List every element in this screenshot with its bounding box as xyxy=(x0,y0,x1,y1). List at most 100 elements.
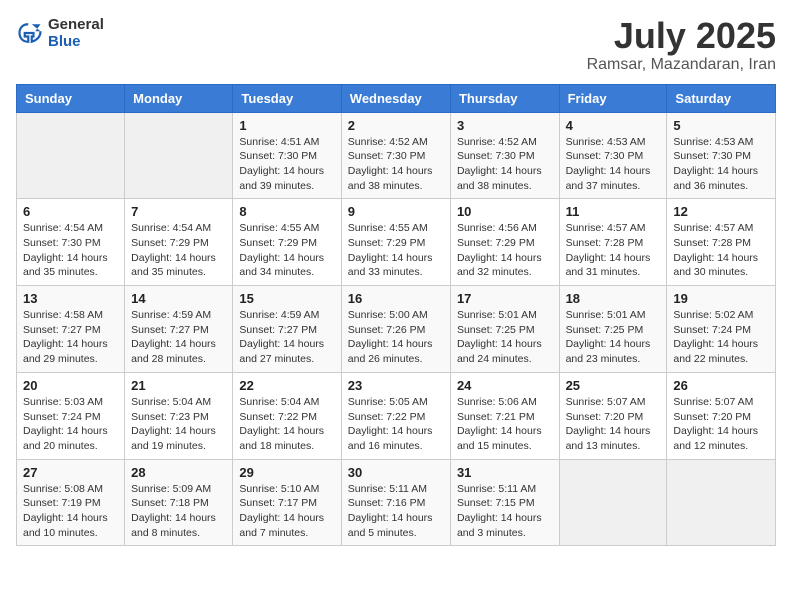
calendar-table: SundayMondayTuesdayWednesdayThursdayFrid… xyxy=(16,84,776,547)
calendar-cell: 15Sunrise: 4:59 AMSunset: 7:27 PMDayligh… xyxy=(233,286,341,373)
day-info: Sunrise: 4:55 AMSunset: 7:29 PMDaylight:… xyxy=(239,221,334,280)
day-info: Sunrise: 4:59 AMSunset: 7:27 PMDaylight:… xyxy=(131,308,226,367)
day-number: 16 xyxy=(348,291,444,306)
calendar-cell: 31 Sunrise: 5:11 AMSunset: 7:15 PMDayligh… xyxy=(450,459,559,546)
day-info: Sunrise: 4:57 AMSunset: 7:28 PMDaylight:… xyxy=(673,221,769,280)
logo: General Blue xyxy=(16,16,104,50)
day-info: Sunrise: 5:02 AMSunset: 7:24 PMDaylight:… xyxy=(673,308,769,367)
day-number: 20 xyxy=(23,378,118,393)
day-number: 13 xyxy=(23,291,118,306)
calendar-cell: 20 Sunrise: 5:03 AMSunset: 7:24 PMDayligh… xyxy=(17,372,125,459)
day-info: Sunrise: 5:05 AMSunset: 7:22 PMDaylight:… xyxy=(348,395,444,454)
title-section: July 2025 Ramsar, Mazandaran, Iran xyxy=(587,16,776,74)
day-info: Sunrise: 5:07 AMSunset: 7:20 PMDaylight:… xyxy=(673,395,769,454)
day-number: 8 xyxy=(239,204,334,219)
day-info: Sunrise: 4:55 AMSunset: 7:29 PMDaylight:… xyxy=(348,221,444,280)
calendar-cell: 6 Sunrise: 4:54 AMSunset: 7:30 PMDaylight… xyxy=(17,199,125,286)
calendar-cell: 9 Sunrise: 4:55 AMSunset: 7:29 PMDaylight… xyxy=(341,199,450,286)
day-number: 22 xyxy=(239,378,334,393)
day-number: 25 xyxy=(566,378,661,393)
day-number: 10 xyxy=(457,204,553,219)
day-info: Sunrise: 4:54 AMSunset: 7:29 PMDaylight:… xyxy=(131,221,226,280)
day-info: Sunrise: 5:11 AMSunset: 7:15 PMDaylight:… xyxy=(457,482,553,541)
day-number: 26 xyxy=(673,378,769,393)
day-number: 24 xyxy=(457,378,553,393)
logo-icon xyxy=(16,19,44,47)
calendar-cell xyxy=(125,112,233,199)
calendar-cell xyxy=(667,459,776,546)
day-info: Sunrise: 5:01 AMSunset: 7:25 PMDaylight:… xyxy=(457,308,553,367)
calendar-cell: 22 Sunrise: 5:04 AMSunset: 7:22 PMDayligh… xyxy=(233,372,341,459)
day-number: 3 xyxy=(457,118,553,133)
day-info: Sunrise: 4:54 AMSunset: 7:30 PMDaylight:… xyxy=(23,221,118,280)
month-title: July 2025 xyxy=(587,16,776,56)
calendar-cell: 13Sunrise: 4:58 AMSunset: 7:27 PMDayligh… xyxy=(17,286,125,373)
day-number: 23 xyxy=(348,378,444,393)
day-number: 28 xyxy=(131,465,226,480)
day-number: 21 xyxy=(131,378,226,393)
calendar-cell: 18 Sunrise: 5:01 AMSunset: 7:25 PMDayligh… xyxy=(559,286,667,373)
day-number: 12 xyxy=(673,204,769,219)
day-info: Sunrise: 5:04 AMSunset: 7:23 PMDaylight:… xyxy=(131,395,226,454)
day-info: Sunrise: 4:59 AMSunset: 7:27 PMDaylight:… xyxy=(239,308,334,367)
day-number: 29 xyxy=(239,465,334,480)
weekday-header-thursday: Thursday xyxy=(450,84,559,112)
day-info: Sunrise: 5:04 AMSunset: 7:22 PMDaylight:… xyxy=(239,395,334,454)
location: Ramsar, Mazandaran, Iran xyxy=(587,56,776,74)
calendar-week-row: 6 Sunrise: 4:54 AMSunset: 7:30 PMDaylight… xyxy=(17,199,776,286)
calendar-cell: 1 Sunrise: 4:51 AMSunset: 7:30 PMDaylight… xyxy=(233,112,341,199)
calendar-cell xyxy=(559,459,667,546)
calendar-cell: 2 Sunrise: 4:52 AMSunset: 7:30 PMDaylight… xyxy=(341,112,450,199)
day-info: Sunrise: 5:06 AMSunset: 7:21 PMDaylight:… xyxy=(457,395,553,454)
calendar-cell: 12 Sunrise: 4:57 AMSunset: 7:28 PMDayligh… xyxy=(667,199,776,286)
day-number: 30 xyxy=(348,465,444,480)
calendar-header-row: SundayMondayTuesdayWednesdayThursdayFrid… xyxy=(17,84,776,112)
calendar-cell: 5 Sunrise: 4:53 AMSunset: 7:30 PMDaylight… xyxy=(667,112,776,199)
day-number: 1 xyxy=(239,118,334,133)
weekday-header-friday: Friday xyxy=(559,84,667,112)
day-number: 18 xyxy=(566,291,661,306)
weekday-header-sunday: Sunday xyxy=(17,84,125,112)
weekday-header-tuesday: Tuesday xyxy=(233,84,341,112)
day-number: 4 xyxy=(566,118,661,133)
day-number: 27 xyxy=(23,465,118,480)
day-info: Sunrise: 4:53 AMSunset: 7:30 PMDaylight:… xyxy=(673,135,769,194)
calendar-week-row: 20 Sunrise: 5:03 AMSunset: 7:24 PMDayligh… xyxy=(17,372,776,459)
day-info: Sunrise: 5:03 AMSunset: 7:24 PMDaylight:… xyxy=(23,395,118,454)
day-number: 6 xyxy=(23,204,118,219)
calendar-cell: 14Sunrise: 4:59 AMSunset: 7:27 PMDayligh… xyxy=(125,286,233,373)
day-number: 5 xyxy=(673,118,769,133)
day-info: Sunrise: 4:56 AMSunset: 7:29 PMDaylight:… xyxy=(457,221,553,280)
day-info: Sunrise: 5:09 AMSunset: 7:18 PMDaylight:… xyxy=(131,482,226,541)
day-info: Sunrise: 5:00 AMSunset: 7:26 PMDaylight:… xyxy=(348,308,444,367)
calendar-cell: 23 Sunrise: 5:05 AMSunset: 7:22 PMDayligh… xyxy=(341,372,450,459)
calendar-cell: 7 Sunrise: 4:54 AMSunset: 7:29 PMDaylight… xyxy=(125,199,233,286)
day-number: 19 xyxy=(673,291,769,306)
calendar-cell: 28 Sunrise: 5:09 AMSunset: 7:18 PMDayligh… xyxy=(125,459,233,546)
weekday-header-monday: Monday xyxy=(125,84,233,112)
calendar-week-row: 27 Sunrise: 5:08 AMSunset: 7:19 PMDayligh… xyxy=(17,459,776,546)
day-info: Sunrise: 4:51 AMSunset: 7:30 PMDaylight:… xyxy=(239,135,334,194)
calendar-cell: 29Sunrise: 5:10 AMSunset: 7:17 PMDayligh… xyxy=(233,459,341,546)
calendar-week-row: 1 Sunrise: 4:51 AMSunset: 7:30 PMDaylight… xyxy=(17,112,776,199)
calendar-cell: 21 Sunrise: 5:04 AMSunset: 7:23 PMDayligh… xyxy=(125,372,233,459)
day-info: Sunrise: 5:08 AMSunset: 7:19 PMDaylight:… xyxy=(23,482,118,541)
calendar-cell: 3Sunrise: 4:52 AMSunset: 7:30 PMDaylight… xyxy=(450,112,559,199)
day-info: Sunrise: 4:53 AMSunset: 7:30 PMDaylight:… xyxy=(566,135,661,194)
calendar-cell: 17Sunrise: 5:01 AMSunset: 7:25 PMDayligh… xyxy=(450,286,559,373)
day-number: 2 xyxy=(348,118,444,133)
day-info: Sunrise: 4:52 AMSunset: 7:30 PMDaylight:… xyxy=(348,135,444,194)
day-info: Sunrise: 5:01 AMSunset: 7:25 PMDaylight:… xyxy=(566,308,661,367)
weekday-header-wednesday: Wednesday xyxy=(341,84,450,112)
page-header: General Blue July 2025 Ramsar, Mazandara… xyxy=(16,16,776,74)
day-number: 31 xyxy=(457,465,553,480)
logo-text: General Blue xyxy=(48,16,104,50)
calendar-cell: 11Sunrise: 4:57 AMSunset: 7:28 PMDayligh… xyxy=(559,199,667,286)
calendar-cell: 25Sunrise: 5:07 AMSunset: 7:20 PMDayligh… xyxy=(559,372,667,459)
calendar-cell: 26 Sunrise: 5:07 AMSunset: 7:20 PMDayligh… xyxy=(667,372,776,459)
day-number: 7 xyxy=(131,204,226,219)
day-number: 9 xyxy=(348,204,444,219)
calendar-cell: 8 Sunrise: 4:55 AMSunset: 7:29 PMDaylight… xyxy=(233,199,341,286)
calendar-cell: 24 Sunrise: 5:06 AMSunset: 7:21 PMDayligh… xyxy=(450,372,559,459)
weekday-header-saturday: Saturday xyxy=(667,84,776,112)
